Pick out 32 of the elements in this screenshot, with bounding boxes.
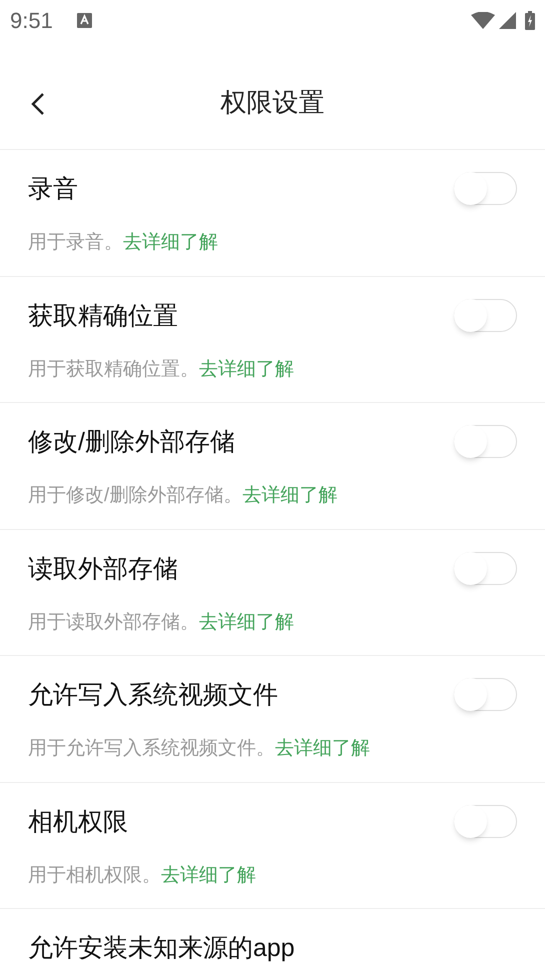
permission-title: 读取外部存储 [28,554,178,584]
toggle-switch[interactable] [454,172,517,205]
details-link[interactable]: 去详细了解 [123,230,218,256]
permission-description: 用于获取精确位置。 [28,358,199,382]
toggle-switch[interactable] [454,678,517,711]
permission-title: 允许写入系统视频文件 [28,680,278,711]
details-link[interactable]: 去详细了解 [161,862,256,888]
notification-icon [76,12,92,28]
permission-title: 相机权限 [28,806,128,838]
details-link[interactable]: 去详细了解 [199,356,294,382]
permission-description: 用于修改/删除外部存储。 [28,484,242,508]
details-link[interactable]: 去详细了解 [275,736,370,762]
toggle-switch[interactable] [454,298,517,332]
permission-description: 用于读取外部存储。 [28,610,199,634]
permission-title: 获取精确位置 [28,300,178,332]
permission-description: 用于相机权限。 [28,864,161,888]
toggle-switch[interactable] [454,425,517,458]
battery-icon [525,10,535,30]
details-link[interactable]: 去详细了解 [199,610,294,636]
permission-description: 用于允许写入系统视频文件。 [28,737,275,761]
permission-title: 允许安装未知来源的app [28,933,295,964]
toggle-switch[interactable] [454,552,517,584]
details-link[interactable]: 去详细了解 [242,483,338,509]
page-title: 权限设置 [220,86,324,119]
permission-title: 录音 [28,174,78,205]
status-time: 9:51 [10,6,53,34]
toggle-switch[interactable] [454,804,517,838]
signal-icon [499,12,516,28]
permission-description: 用于录音。 [28,231,123,255]
permission-title: 修改/删除外部存储 [28,427,235,458]
back-icon[interactable] [30,92,46,116]
wifi-icon [471,12,495,28]
